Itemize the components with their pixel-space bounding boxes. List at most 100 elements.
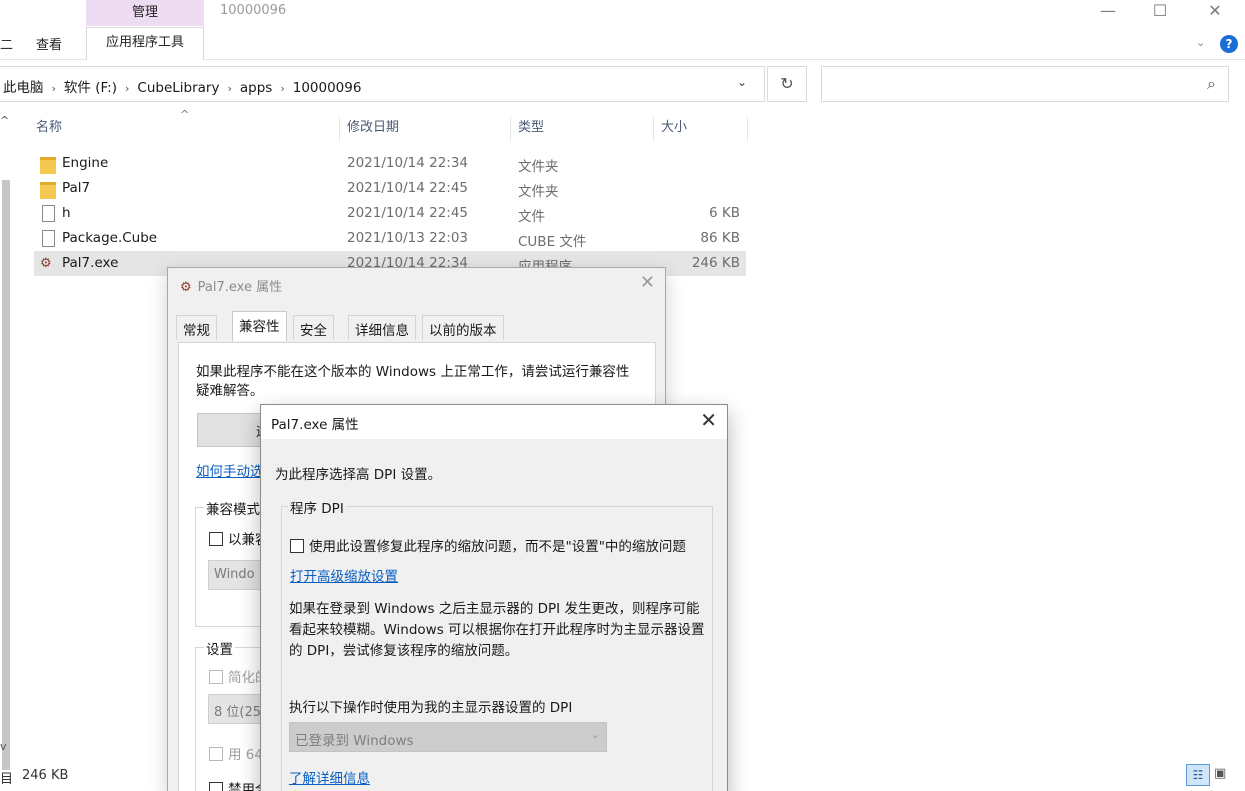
breadcrumb-item[interactable]: 此电脑 bbox=[3, 80, 44, 96]
program-dpi-group: 程序 DPI 使用此设置修复此程序的缩放问题，而不是"设置"中的缩放问题 打开高… bbox=[281, 497, 713, 791]
breadcrumb-separator-icon[interactable]: › bbox=[52, 82, 56, 95]
dialog-title-text: Pal7.exe 属性 bbox=[197, 280, 283, 295]
breadcrumb-item[interactable]: apps bbox=[240, 80, 272, 96]
ribbon-collapse-icon[interactable]: ⌄ bbox=[1196, 36, 1205, 49]
checkbox-icon[interactable] bbox=[209, 532, 223, 546]
checkbox-icon[interactable] bbox=[290, 539, 304, 553]
file-type: 文件夹 bbox=[518, 184, 559, 200]
file-type: 文件 bbox=[518, 209, 545, 225]
scroll-thumb[interactable] bbox=[2, 180, 10, 770]
folder-icon bbox=[40, 182, 56, 199]
column-header-name[interactable]: 名称 bbox=[30, 117, 340, 141]
checkbox-icon[interactable] bbox=[209, 782, 223, 791]
close-icon[interactable]: ✕ bbox=[700, 408, 717, 432]
file-type: 文件夹 bbox=[518, 159, 559, 175]
breadcrumb-item[interactable]: 软件 (F:) bbox=[64, 80, 117, 96]
checkbox-icon[interactable] bbox=[209, 747, 223, 761]
file-date: 2021/10/14 22:34 bbox=[347, 155, 469, 171]
dialog-title: ⚙ Pal7.exe 属性 bbox=[180, 276, 282, 296]
tab-general[interactable]: 常规 bbox=[176, 315, 217, 340]
resolution-checkbox[interactable]: 用 64 bbox=[209, 743, 263, 763]
chevron-down-icon: ⌄ bbox=[590, 728, 600, 741]
folder-icon bbox=[40, 157, 56, 174]
file-size: 86 KB bbox=[700, 230, 740, 246]
file-row[interactable]: Package.Cube 2021/10/13 22:03 CUBE 文件 86… bbox=[34, 226, 746, 251]
status-item-count: 目 bbox=[0, 772, 14, 787]
breadcrumb-separator-icon[interactable]: › bbox=[125, 82, 129, 95]
file-name: Engine bbox=[62, 155, 109, 171]
window-title: 10000096 bbox=[220, 3, 287, 18]
minimize-button[interactable]: — bbox=[1088, 0, 1128, 24]
dpi-override-label: 使用此设置修复此程序的缩放问题，而不是"设置"中的缩放问题 bbox=[309, 539, 686, 555]
breadcrumb: 此电脑 › 软件 (F:) › CubeLibrary › apps › 10000096 bbox=[3, 76, 361, 96]
dpi-timing-select[interactable]: 已登录到 Windows ⌄ bbox=[289, 722, 607, 752]
tab-details[interactable]: 详细信息 bbox=[348, 315, 416, 340]
manage-context-tab[interactable]: 管理 bbox=[86, 0, 204, 26]
ribbon-tab-app-tools[interactable]: 应用程序工具 bbox=[86, 27, 204, 60]
tab-previous-versions[interactable]: 以前的版本 bbox=[422, 315, 504, 340]
file-name: h bbox=[62, 205, 71, 221]
breadcrumb-item[interactable]: CubeLibrary bbox=[137, 80, 219, 96]
help-icon[interactable]: ? bbox=[1220, 35, 1238, 53]
breadcrumb-item[interactable]: 10000096 bbox=[293, 80, 362, 96]
file-name: Pal7 bbox=[62, 180, 91, 196]
search-input[interactable]: ⌕ bbox=[821, 66, 1229, 102]
file-row[interactable]: Pal7 2021/10/14 22:45 文件夹 bbox=[34, 176, 746, 201]
nav-pane-scrollbar[interactable]: ^ v bbox=[0, 110, 14, 770]
close-button[interactable]: ✕ bbox=[1195, 0, 1235, 24]
compat-description: 如果此程序不能在这个版本的 Windows 上正常工作，请尝试运行兼容性疑难解答… bbox=[196, 364, 630, 399]
dpi-timing-value: 已登录到 Windows bbox=[295, 733, 414, 749]
scroll-down-icon[interactable]: v bbox=[0, 740, 7, 753]
scroll-up-icon[interactable]: ^ bbox=[0, 114, 9, 127]
breadcrumb-separator-icon[interactable]: › bbox=[280, 82, 284, 95]
close-icon[interactable]: ✕ bbox=[640, 272, 655, 293]
file-date: 2021/10/13 22:03 bbox=[347, 230, 469, 246]
learn-more-link[interactable]: 了解详细信息 bbox=[289, 767, 370, 787]
advanced-scaling-link[interactable]: 打开高级缩放设置 bbox=[290, 565, 398, 585]
ribbon-tab-view[interactable]: 查看 bbox=[36, 34, 62, 53]
dpi-intro-text: 为此程序选择高 DPI 设置。 bbox=[275, 467, 442, 483]
search-icon[interactable]: ⌕ bbox=[1207, 74, 1216, 94]
file-row[interactable]: h 2021/10/14 22:45 文件 6 KB bbox=[34, 201, 746, 226]
file-date: 2021/10/14 22:45 bbox=[347, 205, 469, 221]
dpi-perform-label: 执行以下操作时使用为我的主显示器设置的 DPI bbox=[289, 700, 573, 716]
ribbon: 管理 10000096 二 查看 应用程序工具 — ☐ ✕ ⌄ ? bbox=[0, 0, 1245, 60]
status-selected-size: 246 KB bbox=[22, 768, 69, 783]
file-icon bbox=[42, 205, 55, 222]
dpi-override-checkbox[interactable]: 使用此设置修复此程序的缩放问题，而不是"设置"中的缩放问题 bbox=[290, 535, 686, 555]
program-dpi-label: 程序 DPI bbox=[288, 497, 346, 517]
breadcrumb-separator-icon[interactable]: › bbox=[227, 82, 231, 95]
column-header-date[interactable]: 修改日期 bbox=[341, 117, 511, 141]
refresh-button[interactable]: ↻ bbox=[767, 66, 807, 102]
ribbon-tab-share-edge[interactable]: 二 bbox=[0, 34, 13, 53]
tab-security[interactable]: 安全 bbox=[293, 315, 334, 340]
file-name: Pal7.exe bbox=[62, 255, 119, 271]
resolution-label: 用 64 bbox=[228, 747, 263, 763]
settings-label: 设置 bbox=[204, 638, 235, 658]
details-view-icon[interactable]: ☷ bbox=[1186, 764, 1210, 786]
exe-icon: ⚙ bbox=[40, 256, 52, 271]
checkbox-icon[interactable] bbox=[209, 670, 223, 684]
compat-mode-label: 兼容模式 bbox=[204, 498, 262, 518]
file-date: 2021/10/14 22:45 bbox=[347, 180, 469, 196]
dialog-body: 为此程序选择高 DPI 设置。 程序 DPI 使用此设置修复此程序的缩放问题，而… bbox=[261, 439, 727, 791]
file-row[interactable]: Engine 2021/10/14 22:34 文件夹 bbox=[34, 151, 746, 176]
file-type: CUBE 文件 bbox=[518, 234, 587, 250]
maximize-button[interactable]: ☐ bbox=[1140, 0, 1180, 24]
tab-compatibility[interactable]: 兼容性 bbox=[232, 311, 287, 341]
column-header-type[interactable]: 类型 bbox=[512, 117, 654, 141]
dialog-titlebar: Pal7.exe 属性 ✕ bbox=[261, 405, 727, 439]
exe-icon: ⚙ bbox=[180, 280, 192, 295]
large-icons-view-icon[interactable]: ▣ bbox=[1214, 766, 1226, 781]
high-dpi-dialog: Pal7.exe 属性 ✕ 为此程序选择高 DPI 设置。 程序 DPI 使用此… bbox=[260, 404, 728, 791]
file-size: 6 KB bbox=[709, 205, 740, 221]
file-name: Package.Cube bbox=[62, 230, 158, 246]
dialog-title: Pal7.exe 属性 bbox=[271, 417, 359, 433]
column-header-size[interactable]: 大小 bbox=[655, 117, 748, 141]
manual-compat-link[interactable]: 如何手动选 bbox=[196, 460, 264, 480]
file-size: 246 KB bbox=[691, 255, 740, 271]
address-bar[interactable]: 此电脑 › 软件 (F:) › CubeLibrary › apps › 10000096 ⌄ bbox=[0, 66, 765, 102]
file-icon bbox=[42, 230, 55, 247]
address-history-chevron-icon[interactable]: ⌄ bbox=[737, 75, 747, 89]
dpi-explanation: 如果在登录到 Windows 之后主显示器的 DPI 发生更改，则程序可能看起来… bbox=[289, 601, 705, 659]
